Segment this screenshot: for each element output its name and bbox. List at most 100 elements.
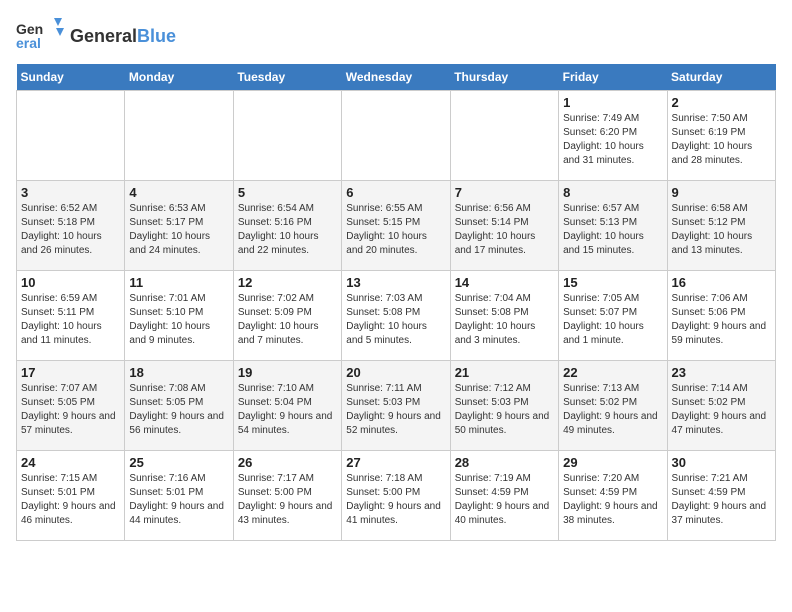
day-info: Sunrise: 7:20 AM Sunset: 4:59 PM Dayligh…: [563, 472, 662, 528]
day-number: 18: [129, 365, 228, 380]
day-header-thursday: Thursday: [450, 64, 558, 91]
day-number: 22: [563, 365, 662, 380]
week-row-2: 3 Sunrise: 6:52 AM Sunset: 5:18 PM Daylig…: [17, 181, 776, 271]
day-info: Sunrise: 7:02 AM Sunset: 5:09 PM Dayligh…: [238, 292, 337, 348]
day-cell: [17, 91, 125, 181]
day-cell: 9 Sunrise: 6:58 AM Sunset: 5:12 PM Daylig…: [667, 181, 775, 271]
day-info: Sunrise: 7:15 AM Sunset: 5:01 PM Dayligh…: [21, 472, 120, 528]
day-info: Sunrise: 7:14 AM Sunset: 5:02 PM Dayligh…: [672, 382, 771, 438]
day-cell: [125, 91, 233, 181]
day-info: Sunrise: 6:55 AM Sunset: 5:15 PM Dayligh…: [346, 202, 445, 258]
day-number: 9: [672, 185, 771, 200]
day-number: 2: [672, 95, 771, 110]
day-info: Sunrise: 7:11 AM Sunset: 5:03 PM Dayligh…: [346, 382, 445, 438]
day-cell: [233, 91, 341, 181]
day-info: Sunrise: 7:07 AM Sunset: 5:05 PM Dayligh…: [21, 382, 120, 438]
calendar-table: SundayMondayTuesdayWednesdayThursdayFrid…: [16, 64, 776, 541]
day-number: 13: [346, 275, 445, 290]
day-cell: 28 Sunrise: 7:19 AM Sunset: 4:59 PM Dayli…: [450, 451, 558, 541]
day-cell: 14Sunrise: 7:04 AM Sunset: 5:08 PM Dayli…: [450, 271, 558, 361]
day-info: Sunrise: 6:52 AM Sunset: 5:18 PM Dayligh…: [21, 202, 120, 258]
day-number: 28: [455, 455, 554, 470]
day-info: Sunrise: 7:12 AM Sunset: 5:03 PM Dayligh…: [455, 382, 554, 438]
day-number: 23: [672, 365, 771, 380]
day-info: Sunrise: 6:53 AM Sunset: 5:17 PM Dayligh…: [129, 202, 228, 258]
day-cell: 24 Sunrise: 7:15 AM Sunset: 5:01 PM Dayli…: [17, 451, 125, 541]
day-number: 3: [21, 185, 120, 200]
day-number: 12: [238, 275, 337, 290]
day-cell: 10Sunrise: 6:59 AM Sunset: 5:11 PM Dayli…: [17, 271, 125, 361]
day-number: 15: [563, 275, 662, 290]
day-info: Sunrise: 7:16 AM Sunset: 5:01 PM Dayligh…: [129, 472, 228, 528]
week-row-5: 24 Sunrise: 7:15 AM Sunset: 5:01 PM Dayli…: [17, 451, 776, 541]
day-number: 25: [129, 455, 228, 470]
logo-text-group: GeneralBlue: [70, 26, 176, 47]
day-cell: 17 Sunrise: 7:07 AM Sunset: 5:05 PM Dayli…: [17, 361, 125, 451]
day-cell: 3 Sunrise: 6:52 AM Sunset: 5:18 PM Daylig…: [17, 181, 125, 271]
day-header-saturday: Saturday: [667, 64, 775, 91]
day-info: Sunrise: 7:50 AM Sunset: 6:19 PM Dayligh…: [672, 112, 771, 168]
day-number: 14: [455, 275, 554, 290]
day-cell: 2 Sunrise: 7:50 AM Sunset: 6:19 PM Daylig…: [667, 91, 775, 181]
day-cell: 25 Sunrise: 7:16 AM Sunset: 5:01 PM Dayli…: [125, 451, 233, 541]
svg-text:eral: eral: [16, 35, 41, 51]
day-cell: 1Sunrise: 7:49 AM Sunset: 6:20 PM Daylig…: [559, 91, 667, 181]
day-cell: 30 Sunrise: 7:21 AM Sunset: 4:59 PM Dayli…: [667, 451, 775, 541]
logo-svg: Gen eral: [16, 16, 66, 56]
day-number: 11: [129, 275, 228, 290]
day-info: Sunrise: 7:21 AM Sunset: 4:59 PM Dayligh…: [672, 472, 771, 528]
day-cell: 7Sunrise: 6:56 AM Sunset: 5:14 PM Daylig…: [450, 181, 558, 271]
day-cell: 22 Sunrise: 7:13 AM Sunset: 5:02 PM Dayli…: [559, 361, 667, 451]
day-number: 6: [346, 185, 445, 200]
day-cell: 27 Sunrise: 7:18 AM Sunset: 5:00 PM Dayli…: [342, 451, 450, 541]
day-header-friday: Friday: [559, 64, 667, 91]
day-info: Sunrise: 7:08 AM Sunset: 5:05 PM Dayligh…: [129, 382, 228, 438]
logo-blue-text: Blue: [137, 26, 176, 46]
day-info: Sunrise: 6:58 AM Sunset: 5:12 PM Dayligh…: [672, 202, 771, 258]
day-info: Sunrise: 7:19 AM Sunset: 4:59 PM Dayligh…: [455, 472, 554, 528]
day-header-wednesday: Wednesday: [342, 64, 450, 91]
day-info: Sunrise: 7:05 AM Sunset: 5:07 PM Dayligh…: [563, 292, 662, 348]
day-number: 16: [672, 275, 771, 290]
day-number: 10: [21, 275, 120, 290]
day-cell: 20Sunrise: 7:11 AM Sunset: 5:03 PM Dayli…: [342, 361, 450, 451]
day-cell: 13 Sunrise: 7:03 AM Sunset: 5:08 PM Dayli…: [342, 271, 450, 361]
day-number: 8: [563, 185, 662, 200]
day-cell: 8 Sunrise: 6:57 AM Sunset: 5:13 PM Daylig…: [559, 181, 667, 271]
logo-general-text: General: [70, 26, 137, 46]
day-number: 26: [238, 455, 337, 470]
day-number: 24: [21, 455, 120, 470]
day-cell: 26 Sunrise: 7:17 AM Sunset: 5:00 PM Dayli…: [233, 451, 341, 541]
day-info: Sunrise: 6:54 AM Sunset: 5:16 PM Dayligh…: [238, 202, 337, 258]
day-cell: 16 Sunrise: 7:06 AM Sunset: 5:06 PM Dayli…: [667, 271, 775, 361]
week-row-4: 17 Sunrise: 7:07 AM Sunset: 5:05 PM Dayli…: [17, 361, 776, 451]
day-info: Sunrise: 7:03 AM Sunset: 5:08 PM Dayligh…: [346, 292, 445, 348]
day-header-sunday: Sunday: [17, 64, 125, 91]
day-cell: 11Sunrise: 7:01 AM Sunset: 5:10 PM Dayli…: [125, 271, 233, 361]
day-cell: 29Sunrise: 7:20 AM Sunset: 4:59 PM Dayli…: [559, 451, 667, 541]
day-info: Sunrise: 7:13 AM Sunset: 5:02 PM Dayligh…: [563, 382, 662, 438]
day-cell: 6 Sunrise: 6:55 AM Sunset: 5:15 PM Daylig…: [342, 181, 450, 271]
day-cell: [342, 91, 450, 181]
week-row-3: 10Sunrise: 6:59 AM Sunset: 5:11 PM Dayli…: [17, 271, 776, 361]
day-cell: [450, 91, 558, 181]
day-info: Sunrise: 6:57 AM Sunset: 5:13 PM Dayligh…: [563, 202, 662, 258]
day-info: Sunrise: 7:49 AM Sunset: 6:20 PM Dayligh…: [563, 112, 662, 168]
day-number: 30: [672, 455, 771, 470]
day-cell: 23 Sunrise: 7:14 AM Sunset: 5:02 PM Dayli…: [667, 361, 775, 451]
day-number: 5: [238, 185, 337, 200]
day-cell: 19 Sunrise: 7:10 AM Sunset: 5:04 PM Dayli…: [233, 361, 341, 451]
day-number: 27: [346, 455, 445, 470]
day-number: 19: [238, 365, 337, 380]
day-cell: 5 Sunrise: 6:54 AM Sunset: 5:16 PM Daylig…: [233, 181, 341, 271]
day-number: 7: [455, 185, 554, 200]
days-header-row: SundayMondayTuesdayWednesdayThursdayFrid…: [17, 64, 776, 91]
day-number: 4: [129, 185, 228, 200]
day-info: Sunrise: 7:06 AM Sunset: 5:06 PM Dayligh…: [672, 292, 771, 348]
day-cell: 21Sunrise: 7:12 AM Sunset: 5:03 PM Dayli…: [450, 361, 558, 451]
day-info: Sunrise: 7:10 AM Sunset: 5:04 PM Dayligh…: [238, 382, 337, 438]
day-number: 17: [21, 365, 120, 380]
day-info: Sunrise: 7:17 AM Sunset: 5:00 PM Dayligh…: [238, 472, 337, 528]
logo: Gen eral GeneralBlue: [16, 16, 176, 56]
day-info: Sunrise: 7:18 AM Sunset: 5:00 PM Dayligh…: [346, 472, 445, 528]
